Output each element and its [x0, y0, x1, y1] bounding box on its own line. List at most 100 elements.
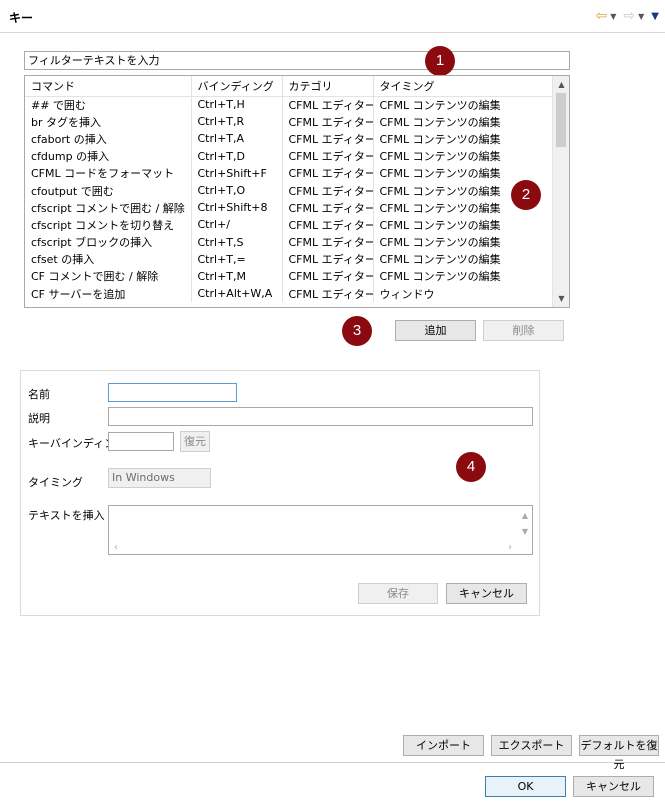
cell-category: CFML エディター: [282, 199, 374, 217]
cell-binding: Ctrl+T,O: [191, 181, 283, 200]
cell-binding: Ctrl+T,=: [191, 250, 283, 268]
cell-category: CFML エディター: [282, 96, 374, 114]
ok-button[interactable]: OK: [485, 776, 566, 797]
textarea-scroll-down-icon[interactable]: ▼: [522, 527, 528, 536]
restore-button[interactable]: 復元: [180, 431, 210, 452]
cell-binding: Ctrl+/: [191, 216, 283, 234]
cell-command: cfabort の挿入: [25, 130, 192, 148]
delete-button[interactable]: 削除: [483, 320, 564, 341]
timing-label: タイミング: [28, 476, 83, 489]
cell-binding: Ctrl+T,H: [191, 96, 283, 114]
table-scrollbar[interactable]: ▲ ▼: [552, 76, 569, 307]
table-row[interactable]: cfscript コメントで囲む / 解除 Ctrl+Shift+8 CFML エデ…: [25, 199, 554, 217]
cell-command: cfset の挿入: [25, 250, 192, 268]
callout-badge-1: 1: [425, 46, 455, 76]
callout-badge-3: 3: [342, 316, 372, 346]
cell-timing: CFML コンテンツの編集: [373, 130, 554, 148]
table-row[interactable]: cfdump の挿入 Ctrl+T,D CFML エディター CFML コンテンツの編…: [25, 147, 554, 165]
table-row[interactable]: cfscript コメントを切り替え Ctrl+/CFML エディター CFML コ…: [25, 216, 554, 234]
callout-badge-2: 2: [511, 180, 541, 210]
export-button[interactable]: エクスポート: [491, 735, 572, 756]
scroll-thumb[interactable]: [556, 93, 566, 147]
cell-category: CFML エディター: [282, 181, 374, 200]
cell-timing: CFML コンテンツの編集: [373, 250, 554, 268]
cell-category: CFML エディター: [282, 250, 374, 268]
cell-category: CFML エディター: [282, 130, 374, 148]
table-row[interactable]: cfset の挿入 Ctrl+T,= CFML エディター CFML コンテンツの編集: [25, 250, 554, 268]
textarea-scroll-up-icon[interactable]: ▲: [522, 511, 528, 520]
keybinding-input[interactable]: [108, 432, 174, 451]
cell-command: cfscript コメントで囲む / 解除: [25, 199, 192, 217]
cell-command: CF サーバーを追加: [25, 285, 192, 303]
insert-text-area[interactable]: ▲ ▼ ‹ ›: [108, 505, 533, 555]
view-menu-icon[interactable]: ▼: [651, 11, 659, 22]
cancel-button[interactable]: キャンセル: [573, 776, 654, 797]
table-row[interactable]: cfabort の挿入 Ctrl+T,A CFML エディター CFML コンテンツの…: [25, 130, 554, 148]
forward-dropdown-icon: ▼: [638, 11, 645, 21]
name-input[interactable]: [108, 383, 237, 402]
description-label: 説明: [28, 412, 50, 425]
cell-timing: CFML コンテンツの編集: [373, 147, 554, 165]
column-header-category[interactable]: カテゴリ: [282, 76, 374, 97]
cell-timing: CFML コンテンツの編集: [373, 267, 554, 286]
cell-category: CFML エディター: [282, 267, 374, 286]
table-row[interactable]: ## で囲む Ctrl+T,H CFML エディター CFML コンテンツの編集: [25, 96, 554, 114]
keys-table[interactable]: コマンド バインディング カテゴリ タイミング ## で囲む Ctrl+T,H CF…: [24, 75, 570, 308]
scroll-up-icon[interactable]: ▲: [553, 76, 569, 93]
cell-timing: CFML コンテンツの編集: [373, 233, 554, 251]
forward-arrow-icon: ⇨: [623, 8, 636, 24]
scroll-down-icon[interactable]: ▼: [553, 290, 569, 307]
title-divider: [0, 32, 665, 33]
cell-command: br タグを挿入: [25, 113, 192, 131]
import-button[interactable]: インポート: [403, 735, 484, 756]
textarea-scroll-left-icon[interactable]: ‹: [114, 542, 118, 553]
callout-badge-4: 4: [456, 452, 486, 482]
cell-binding: Ctrl+T,R: [191, 113, 283, 131]
cell-command: ## で囲む: [25, 96, 192, 114]
cell-command: CFML コードをフォーマット: [25, 164, 192, 182]
cell-category: CFML エディター: [282, 164, 374, 182]
filter-input[interactable]: [24, 51, 570, 70]
table-row[interactable]: cfscript ブロックの挿入 Ctrl+T,S CFML エディター CFML コ…: [25, 233, 554, 251]
cell-timing: CFML コンテンツの編集: [373, 216, 554, 234]
cell-timing: CFML コンテンツの編集: [373, 113, 554, 131]
binding-editor-panel: 名前 説明 キーバインディング 復元 タイミング In Windows テキスト…: [20, 370, 540, 616]
cell-command: cfscript コメントを切り替え: [25, 216, 192, 234]
cell-binding: Ctrl+T,D: [191, 147, 283, 165]
cell-binding: Ctrl+Shift+F: [191, 164, 283, 182]
cell-timing: ウィンドウ: [373, 285, 554, 303]
cell-category: CFML エディター: [282, 147, 374, 165]
cell-binding: Ctrl+Alt+W,A: [191, 285, 283, 303]
back-dropdown-icon[interactable]: ▼: [610, 12, 616, 21]
cell-binding: Ctrl+T,S: [191, 233, 283, 251]
cell-command: cfdump の挿入: [25, 147, 192, 165]
cell-category: CFML エディター: [282, 233, 374, 251]
table-row[interactable]: CF サーバーを追加 Ctrl+Alt+W,A CFML エディター ウィンドウ: [25, 285, 554, 303]
timing-value: In Windows: [108, 468, 211, 488]
table-row[interactable]: CF コメントで囲む / 解除 Ctrl+T,M CFML エディター CFML コン…: [25, 267, 554, 286]
cell-category: CFML エディター: [282, 285, 374, 303]
cell-timing: CFML コンテンツの編集: [373, 96, 554, 114]
add-button[interactable]: 追加: [395, 320, 476, 341]
column-header-command[interactable]: コマンド: [25, 76, 192, 97]
table-row[interactable]: cfoutput で囲む Ctrl+T,O CFML エディター CFML コンテンツ…: [25, 181, 554, 200]
name-label: 名前: [28, 388, 50, 401]
back-arrow-icon[interactable]: ⇦: [596, 9, 608, 23]
table-header-row: コマンド バインディング カテゴリ タイミング: [25, 76, 554, 97]
restore-defaults-button[interactable]: デフォルトを復元: [579, 735, 659, 771]
cell-binding: Ctrl+T,A: [191, 130, 283, 148]
cell-command: CF コメントで囲む / 解除: [25, 267, 192, 286]
save-button[interactable]: 保存: [358, 583, 438, 604]
column-header-binding[interactable]: バインディング: [191, 76, 283, 97]
insert-text-label: テキストを挿入: [28, 509, 105, 522]
cell-binding: Ctrl+T,M: [191, 267, 283, 286]
title-bar: キー ⇦ ▼ ⇨ ▼ ▼: [0, 0, 665, 34]
table-row[interactable]: br タグを挿入 Ctrl+T,R CFML エディター CFML コンテンツの編集: [25, 113, 554, 131]
table-row[interactable]: CFML コードをフォーマット Ctrl+Shift+F CFML エディター CFM…: [25, 164, 554, 182]
column-header-timing[interactable]: タイミング: [373, 76, 554, 97]
textarea-scroll-right-icon[interactable]: ›: [508, 542, 512, 553]
nav-toolbar: ⇦ ▼ ⇨ ▼ ▼: [596, 9, 659, 23]
cell-category: CFML エディター: [282, 113, 374, 131]
editor-cancel-button[interactable]: キャンセル: [446, 583, 527, 604]
description-input[interactable]: [108, 407, 533, 426]
